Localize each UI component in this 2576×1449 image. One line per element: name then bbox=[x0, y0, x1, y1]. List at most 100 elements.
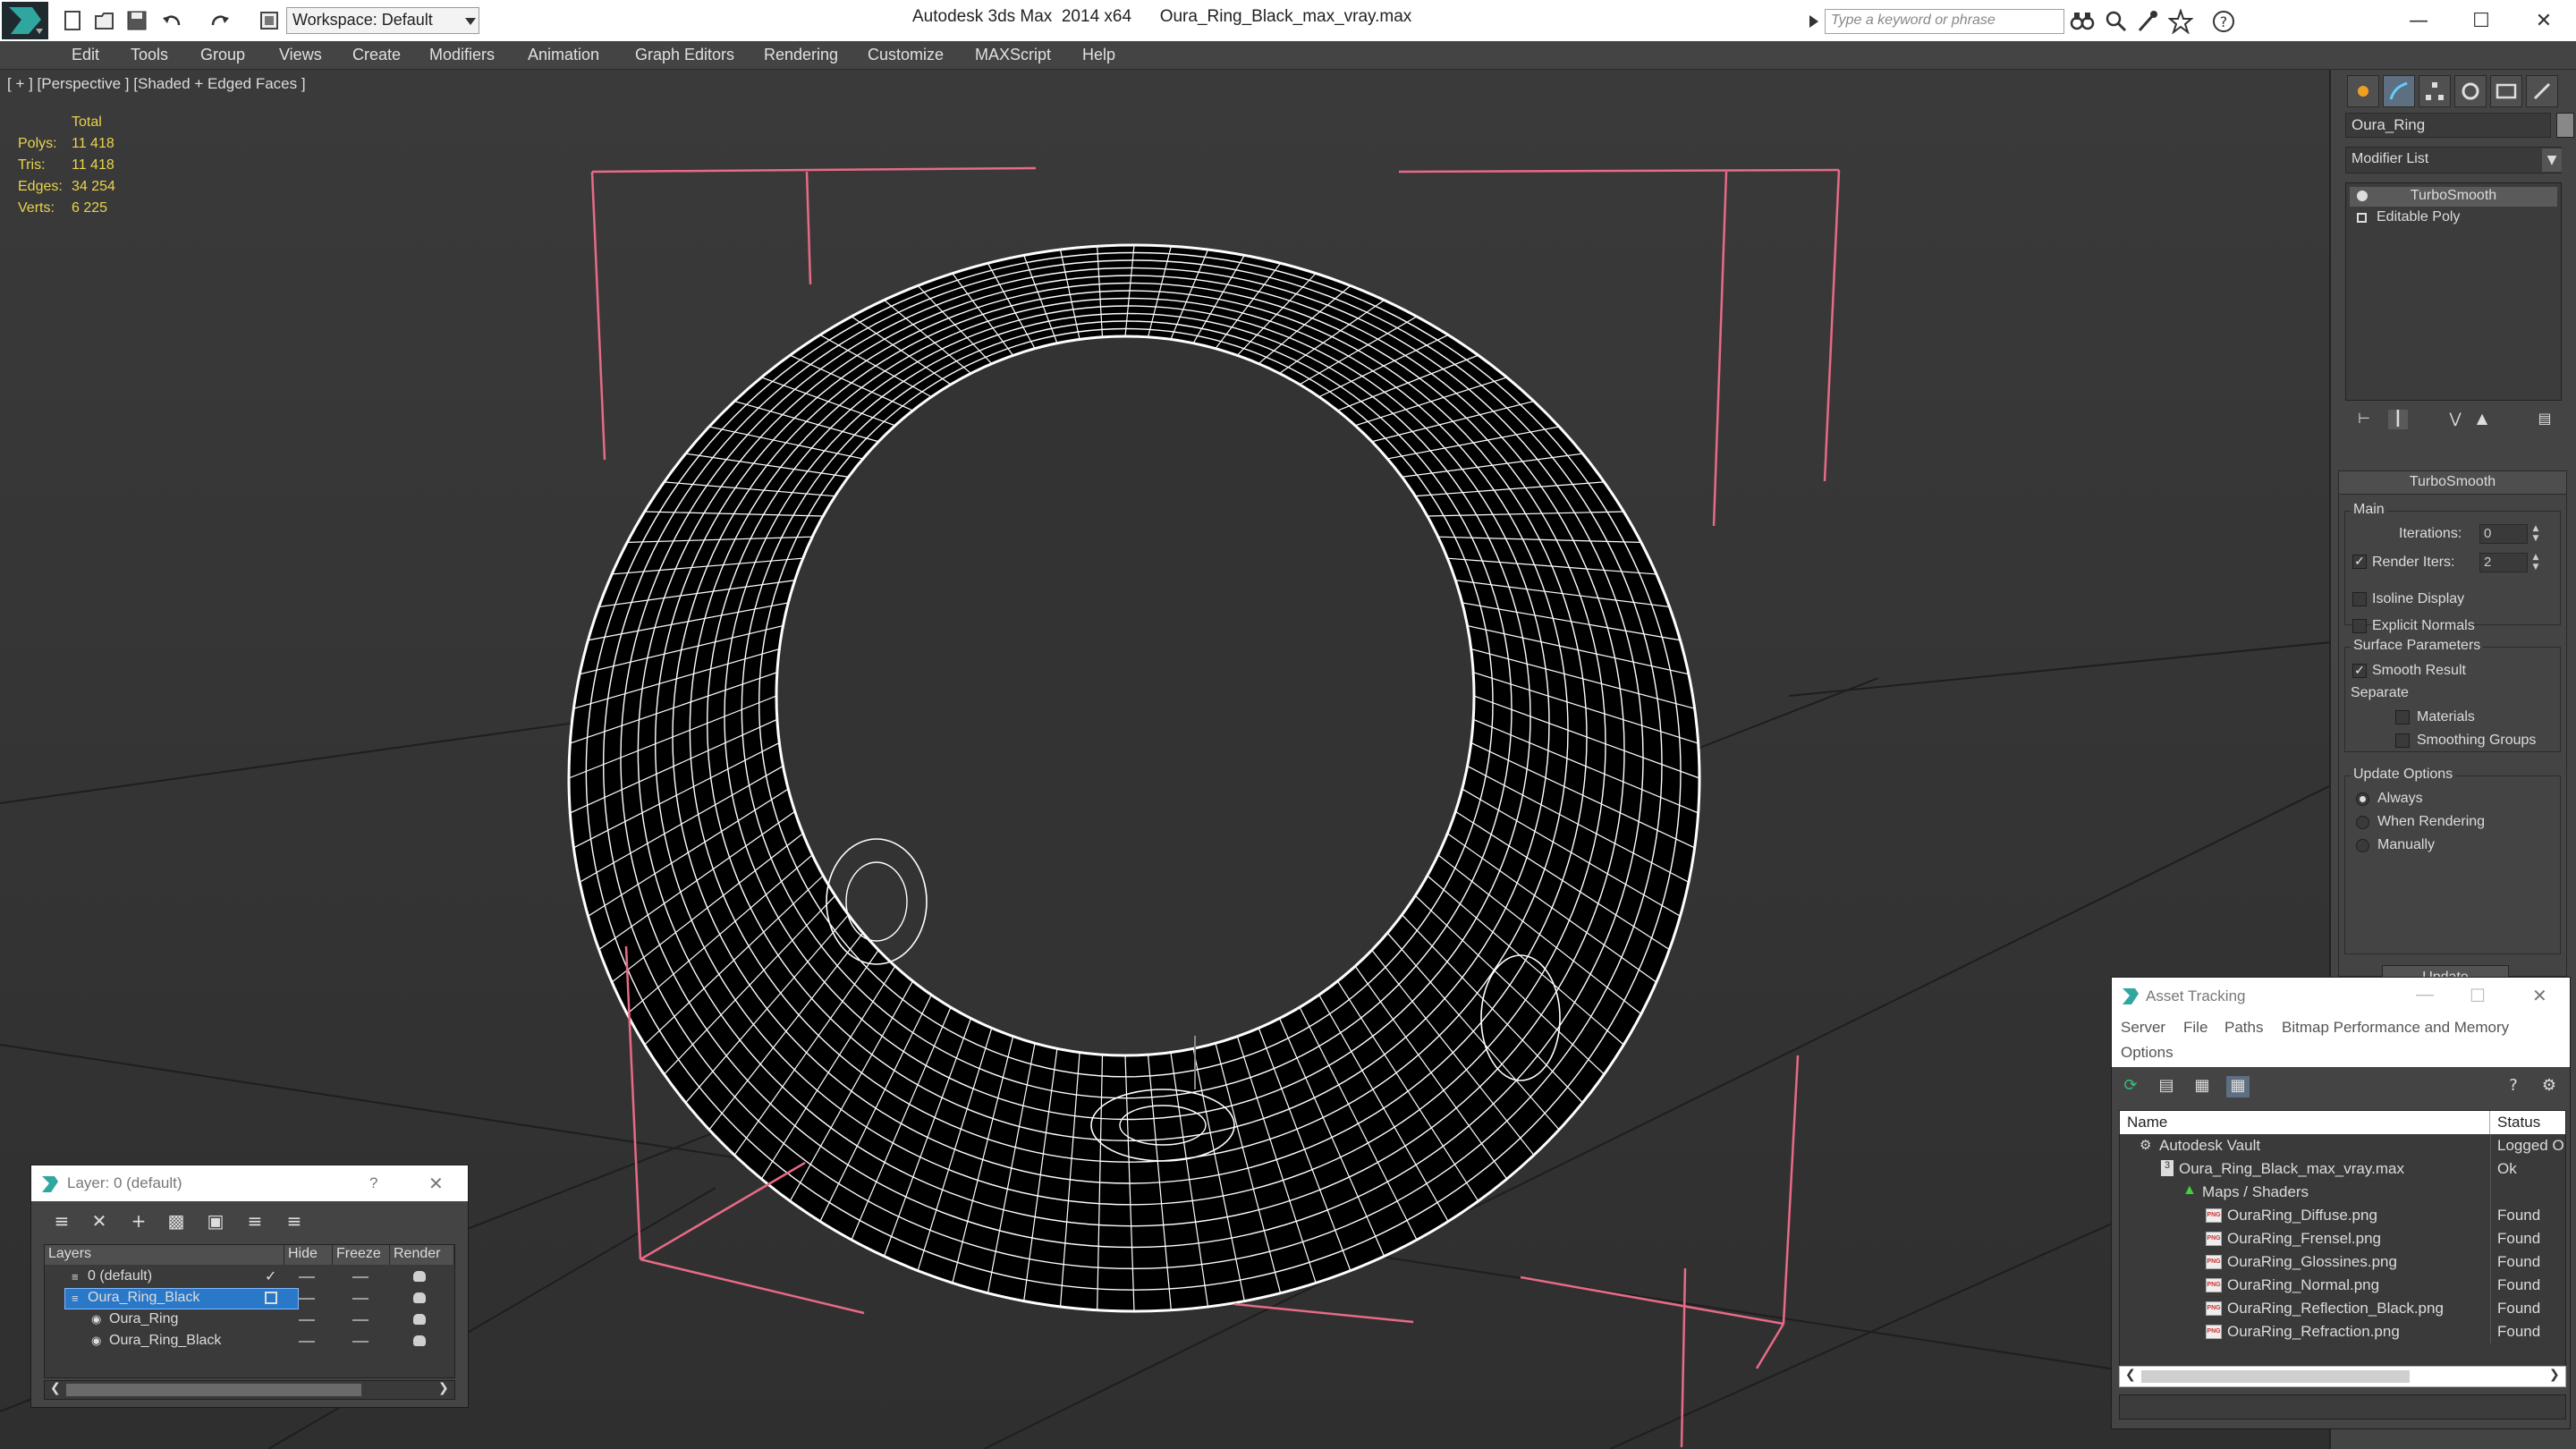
highlight-layer-icon[interactable]: ▣ bbox=[203, 1210, 228, 1232]
expand-icon[interactable] bbox=[2357, 213, 2367, 223]
render-teapot-icon[interactable] bbox=[413, 1335, 426, 1346]
pin-stack-icon[interactable]: ⊢ bbox=[2354, 410, 2374, 429]
smoothing-groups-checkbox[interactable] bbox=[2395, 733, 2410, 748]
set-active-box-icon[interactable] bbox=[265, 1292, 277, 1304]
render-teapot-icon[interactable] bbox=[413, 1314, 426, 1325]
remove-modifier-icon[interactable]: ▲ bbox=[2472, 410, 2492, 429]
modifier-list-dropdown[interactable]: Modifier List bbox=[2345, 147, 2562, 174]
lightbulb-icon[interactable] bbox=[2357, 191, 2368, 201]
menu-bitmap-performance[interactable]: Bitmap Performance and Memory bbox=[2282, 1019, 2509, 1037]
search-expand-icon[interactable] bbox=[1805, 11, 1823, 32]
smooth-result-checkbox[interactable]: ✓ bbox=[2352, 664, 2367, 678]
render-iters-spinner[interactable]: 2 bbox=[2479, 553, 2528, 572]
asset-row[interactable]: ▲ Maps / Shaders bbox=[2120, 1181, 2565, 1204]
favorites-star-icon[interactable] bbox=[2168, 9, 2193, 34]
column-header[interactable]: Status bbox=[2490, 1111, 2565, 1134]
menu-animation[interactable]: Animation bbox=[528, 46, 599, 64]
menu-create[interactable]: Create bbox=[352, 46, 401, 64]
asset-row[interactable]: 3 Oura_Ring_Black_max_vray.max Ok bbox=[2120, 1157, 2565, 1181]
hide-toggle[interactable] bbox=[299, 1298, 315, 1300]
hide-toggle[interactable] bbox=[299, 1319, 315, 1321]
subscription-icon[interactable] bbox=[2104, 9, 2129, 34]
stack-item-turbosmooth[interactable]: TurboSmooth bbox=[2350, 187, 2557, 207]
close-icon[interactable]: ✕ bbox=[428, 1173, 444, 1195]
layer-stack-icon[interactable]: ≡ bbox=[49, 1210, 74, 1232]
settings-icon[interactable]: ⚙ bbox=[2538, 1076, 2561, 1097]
render-teapot-icon[interactable] bbox=[413, 1271, 426, 1282]
hierarchy-tab-icon[interactable] bbox=[2419, 75, 2451, 107]
undo-icon[interactable] bbox=[161, 9, 184, 32]
stack-item-editable-poly[interactable]: Editable Poly bbox=[2350, 208, 2557, 228]
make-unique-icon[interactable]: ⋁ bbox=[2445, 410, 2465, 429]
scrollbar-thumb[interactable] bbox=[66, 1384, 361, 1396]
menu-edit[interactable]: Edit bbox=[72, 46, 99, 64]
freeze-toggle[interactable] bbox=[352, 1276, 369, 1278]
viewport-label[interactable]: [ + ] [Perspective ] [Shaded + Edged Fac… bbox=[7, 75, 306, 93]
column-header[interactable]: Layers bbox=[45, 1245, 284, 1265]
column-header[interactable]: Freeze bbox=[333, 1245, 390, 1265]
render-iters-checkbox[interactable]: ✓ bbox=[2352, 555, 2367, 569]
menu-group[interactable]: Group bbox=[200, 46, 245, 64]
redo-icon[interactable] bbox=[208, 9, 231, 32]
menu-modifiers[interactable]: Modifiers bbox=[429, 46, 495, 64]
communication-center-icon[interactable] bbox=[2136, 9, 2161, 34]
maximize-button[interactable]: ☐ bbox=[2454, 4, 2508, 38]
asset-row[interactable]: PNG OuraRing_Glossines.png Found bbox=[2120, 1250, 2565, 1274]
iterations-spinner[interactable]: 0 bbox=[2479, 524, 2528, 544]
menu-paths[interactable]: Paths bbox=[2224, 1019, 2263, 1037]
explicit-normals-checkbox[interactable] bbox=[2352, 619, 2367, 633]
add-layer-icon[interactable]: + bbox=[126, 1210, 151, 1232]
freeze-all-icon[interactable]: ≡ bbox=[282, 1210, 307, 1232]
render-teapot-icon[interactable] bbox=[413, 1292, 426, 1303]
utilities-tab-wrench-icon[interactable] bbox=[2526, 75, 2558, 107]
asset-row[interactable]: PNG OuraRing_Frensel.png Found bbox=[2120, 1227, 2565, 1250]
asset-row[interactable]: ⚙ Autodesk Vault Logged O bbox=[2120, 1134, 2565, 1157]
save-icon[interactable] bbox=[125, 9, 148, 32]
freeze-toggle[interactable] bbox=[352, 1341, 369, 1343]
column-header[interactable]: Hide bbox=[284, 1245, 333, 1265]
horizontal-scrollbar[interactable]: ❮ ❯ bbox=[44, 1380, 455, 1400]
minimize-button[interactable]: — bbox=[2392, 4, 2445, 38]
menu-customize[interactable]: Customize bbox=[868, 46, 944, 64]
motion-tab-icon[interactable] bbox=[2454, 75, 2487, 107]
app-menu-button[interactable] bbox=[2, 2, 48, 39]
close-button[interactable]: ✕ bbox=[2517, 4, 2571, 38]
asset-row[interactable]: PNG OuraRing_Refraction.png Found bbox=[2120, 1320, 2565, 1343]
hide-all-icon[interactable]: ≡ bbox=[242, 1210, 267, 1232]
menu-options[interactable]: Options bbox=[2121, 1044, 2174, 1062]
menu-server[interactable]: Server bbox=[2121, 1019, 2165, 1037]
open-file-icon[interactable] bbox=[93, 9, 116, 32]
column-header[interactable]: Name bbox=[2120, 1111, 2490, 1134]
asset-row[interactable]: PNG OuraRing_Normal.png Found bbox=[2120, 1274, 2565, 1297]
refresh-icon[interactable]: ⟳ bbox=[2119, 1076, 2142, 1097]
scroll-left-icon[interactable]: ❮ bbox=[2125, 1368, 2136, 1382]
layer-row[interactable]: ≡ 0 (default) ✓ bbox=[45, 1267, 454, 1288]
help-icon[interactable]: ? bbox=[2502, 1076, 2525, 1097]
table-view-icon[interactable]: ▦ bbox=[2226, 1076, 2250, 1097]
list-view-icon[interactable]: ▤ bbox=[2155, 1076, 2178, 1097]
asset-dialog-titlebar[interactable]: Asset Tracking — ☐ ✕ bbox=[2112, 978, 2570, 1015]
project-folder-icon[interactable] bbox=[258, 9, 281, 32]
maximize-icon[interactable]: ☐ bbox=[2470, 985, 2486, 1007]
display-tab-icon[interactable] bbox=[2490, 75, 2522, 107]
binoculars-icon[interactable] bbox=[2070, 9, 2095, 34]
tree-view-icon[interactable]: ▦ bbox=[2190, 1076, 2214, 1097]
column-header[interactable]: Render bbox=[390, 1245, 454, 1265]
rollout-header[interactable]: TurboSmooth bbox=[2339, 471, 2566, 495]
close-icon[interactable]: ✕ bbox=[2532, 985, 2547, 1007]
when-rendering-radio[interactable] bbox=[2356, 816, 2369, 829]
layer-row[interactable]: ◉ Oura_Ring bbox=[45, 1309, 454, 1331]
freeze-toggle[interactable] bbox=[352, 1319, 369, 1321]
object-name-field[interactable]: Oura_Ring bbox=[2345, 113, 2551, 138]
active-check-icon[interactable]: ✓ bbox=[265, 1267, 276, 1285]
scrollbar-thumb[interactable] bbox=[2141, 1370, 2410, 1383]
freeze-toggle[interactable] bbox=[352, 1298, 369, 1300]
manually-radio[interactable] bbox=[2356, 839, 2369, 852]
new-file-icon[interactable] bbox=[61, 9, 84, 32]
menu-maxscript[interactable]: MAXScript bbox=[975, 46, 1051, 64]
chevron-down-icon[interactable]: ▼ bbox=[2542, 148, 2562, 172]
modify-tab-icon[interactable] bbox=[2383, 75, 2415, 107]
materials-checkbox[interactable] bbox=[2395, 710, 2410, 724]
spinner-arrows-icon[interactable]: ▲ ▼ bbox=[2529, 524, 2542, 544]
scroll-right-icon[interactable]: ❯ bbox=[438, 1381, 449, 1395]
